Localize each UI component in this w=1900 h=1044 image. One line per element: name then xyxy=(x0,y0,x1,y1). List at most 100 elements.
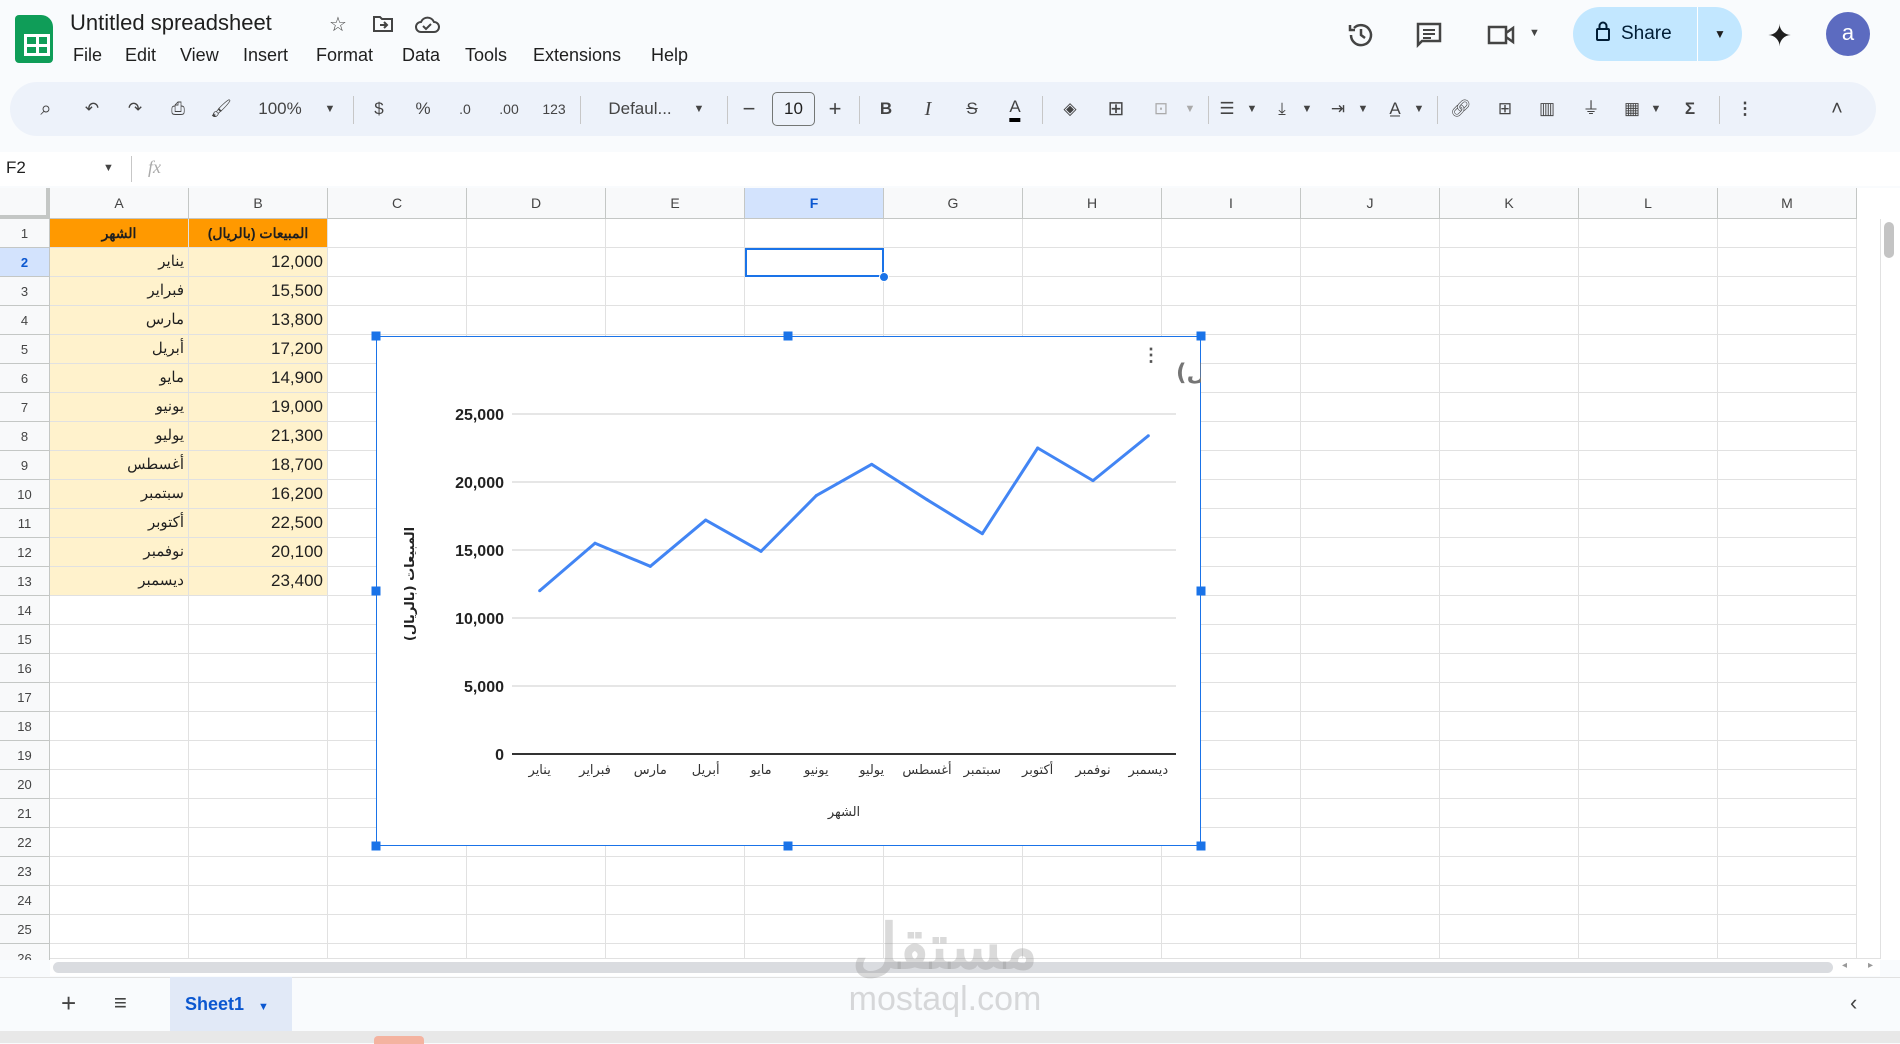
menu-file[interactable]: File xyxy=(73,45,102,66)
insert-comment-icon[interactable]: ⊞ xyxy=(1498,96,1512,122)
row-header[interactable]: 21 xyxy=(0,799,50,828)
resize-handle-bottom[interactable] xyxy=(783,841,793,851)
text-rotation-icon[interactable]: A̲ xyxy=(1389,96,1400,122)
sales-cell[interactable]: 19,000 xyxy=(189,393,328,422)
scroll-right-icon[interactable]: ▸ xyxy=(1868,960,1873,971)
menu-view[interactable]: View xyxy=(180,45,219,66)
column-header[interactable]: M xyxy=(1718,188,1857,219)
sales-cell[interactable]: 13,800 xyxy=(189,306,328,335)
row-header[interactable]: 2 xyxy=(0,248,50,277)
month-cell[interactable]: مارس xyxy=(50,306,189,335)
column-header[interactable]: J xyxy=(1301,188,1440,219)
month-cell[interactable]: مايو xyxy=(50,364,189,393)
sheet-tab-sheet1[interactable]: Sheet1 ▼ xyxy=(170,977,292,1031)
halign-caret-icon[interactable]: ▼ xyxy=(1247,96,1258,122)
zoom-caret-icon[interactable]: ▼ xyxy=(325,96,336,122)
name-box[interactable]: F2 xyxy=(6,158,26,178)
month-cell[interactable]: أكتوبر xyxy=(50,509,189,538)
month-cell[interactable]: فبراير xyxy=(50,277,189,306)
row-header[interactable]: 20 xyxy=(0,770,50,799)
increase-decimal-button[interactable]: .00 xyxy=(499,96,518,122)
row-header[interactable]: 3 xyxy=(0,277,50,306)
column-header[interactable]: D xyxy=(467,188,606,219)
row-header[interactable]: 1 xyxy=(0,219,50,248)
sheet-tab-caret-icon[interactable]: ▼ xyxy=(258,1001,269,1013)
row-header[interactable]: 14 xyxy=(0,596,50,625)
row-header[interactable]: 6 xyxy=(0,364,50,393)
meet-caret-icon[interactable]: ▼ xyxy=(1529,27,1540,39)
text-wrap-icon[interactable]: ⇥ xyxy=(1331,96,1345,122)
sales-cell[interactable]: 21,300 xyxy=(189,422,328,451)
move-folder-icon[interactable] xyxy=(372,14,394,39)
insert-chart-icon[interactable]: ▥ xyxy=(1539,96,1555,122)
row-header[interactable]: 26 xyxy=(0,944,50,960)
undo-icon[interactable]: ↶ xyxy=(85,96,99,122)
menu-data[interactable]: Data xyxy=(402,45,440,66)
column-header[interactable]: H xyxy=(1023,188,1162,219)
document-title[interactable]: Untitled spreadsheet xyxy=(70,10,272,36)
version-history-icon[interactable] xyxy=(1346,20,1376,55)
vertical-scrollbar[interactable] xyxy=(1880,219,1896,959)
row-header[interactable]: 16 xyxy=(0,654,50,683)
all-sheets-icon[interactable]: ≡ xyxy=(114,990,127,1016)
menu-tools[interactable]: Tools xyxy=(465,45,507,66)
resize-handle-bottom-right[interactable] xyxy=(1196,841,1206,851)
share-dropdown-icon[interactable]: ▼ xyxy=(1698,27,1742,41)
vertical-align-icon[interactable]: ⤓ xyxy=(1278,96,1286,122)
currency-button[interactable]: $ xyxy=(374,96,383,122)
font-select[interactable]: Defaul... xyxy=(608,96,671,122)
line-chart[interactable]: الشهر vs. المبيعات (بالريال) 0 5,000 10,000… xyxy=(376,336,1201,846)
resize-handle-bottom-left[interactable] xyxy=(371,841,381,851)
sales-cell[interactable]: 17,200 xyxy=(189,335,328,364)
horizontal-align-icon[interactable]: ☰ xyxy=(1219,96,1234,122)
column-header[interactable]: F xyxy=(745,188,884,219)
column-header[interactable]: L xyxy=(1579,188,1718,219)
row-header[interactable]: 4 xyxy=(0,306,50,335)
italic-button[interactable]: I xyxy=(925,96,932,122)
merge-caret-icon[interactable]: ▼ xyxy=(1185,96,1196,122)
column-header[interactable]: G xyxy=(884,188,1023,219)
filter-icon[interactable]: ⏚ xyxy=(1583,96,1600,122)
row-header[interactable]: 13 xyxy=(0,567,50,596)
sales-cell[interactable]: 22,500 xyxy=(189,509,328,538)
more-options-icon[interactable]: ⋮ xyxy=(1737,96,1754,122)
fill-color-icon[interactable]: ◈ xyxy=(1063,96,1076,122)
sales-cell[interactable]: 18,700 xyxy=(189,451,328,480)
sales-cell[interactable]: 23,400 xyxy=(189,567,328,596)
text-color-icon[interactable]: A xyxy=(1009,96,1021,122)
menu-edit[interactable]: Edit xyxy=(125,45,156,66)
decrease-decimal-button[interactable]: .0 xyxy=(459,96,471,122)
search-icon[interactable]: ⌕ xyxy=(40,96,51,122)
sales-cell[interactable]: 14,900 xyxy=(189,364,328,393)
selected-cell-F2[interactable] xyxy=(745,248,884,277)
sales-cell[interactable]: 16,200 xyxy=(189,480,328,509)
column-header[interactable]: A xyxy=(50,188,189,219)
strikethrough-icon[interactable]: S xyxy=(966,96,977,122)
sales-cell[interactable]: 12,000 xyxy=(189,248,328,277)
zoom-select[interactable]: 100% xyxy=(258,96,301,122)
column-header[interactable]: C xyxy=(328,188,467,219)
paint-format-icon[interactable]: 🖌︎ xyxy=(210,96,232,122)
row-header[interactable]: 24 xyxy=(0,886,50,915)
resize-handle-top[interactable] xyxy=(783,331,793,341)
borders-icon[interactable]: ⊞ xyxy=(1108,96,1125,122)
month-cell[interactable]: ديسمبر xyxy=(50,567,189,596)
decrease-font-size-icon[interactable]: − xyxy=(743,96,756,122)
chart-menu-icon[interactable]: ⋮ xyxy=(1142,345,1160,366)
row-header[interactable]: 15 xyxy=(0,625,50,654)
share-button[interactable]: Share ▼ xyxy=(1573,7,1742,61)
column-header[interactable]: I xyxy=(1162,188,1301,219)
scroll-left-icon[interactable]: ◂ xyxy=(1842,960,1847,971)
rotation-caret-icon[interactable]: ▼ xyxy=(1414,96,1425,122)
menu-help[interactable]: Help xyxy=(651,45,688,66)
column-header[interactable]: B xyxy=(189,188,328,219)
month-cell[interactable]: يناير xyxy=(50,248,189,277)
row-header[interactable]: 18 xyxy=(0,712,50,741)
insert-link-icon[interactable]: 🔗︎ xyxy=(1450,96,1472,122)
resize-handle-top-left[interactable] xyxy=(371,331,381,341)
font-caret-icon[interactable]: ▼ xyxy=(694,96,705,122)
collapse-toolbar-icon[interactable]: ˄ xyxy=(1831,96,1843,122)
column-header[interactable]: E xyxy=(606,188,745,219)
header-cell[interactable]: الشهر xyxy=(50,219,189,248)
column-header[interactable]: K xyxy=(1440,188,1579,219)
